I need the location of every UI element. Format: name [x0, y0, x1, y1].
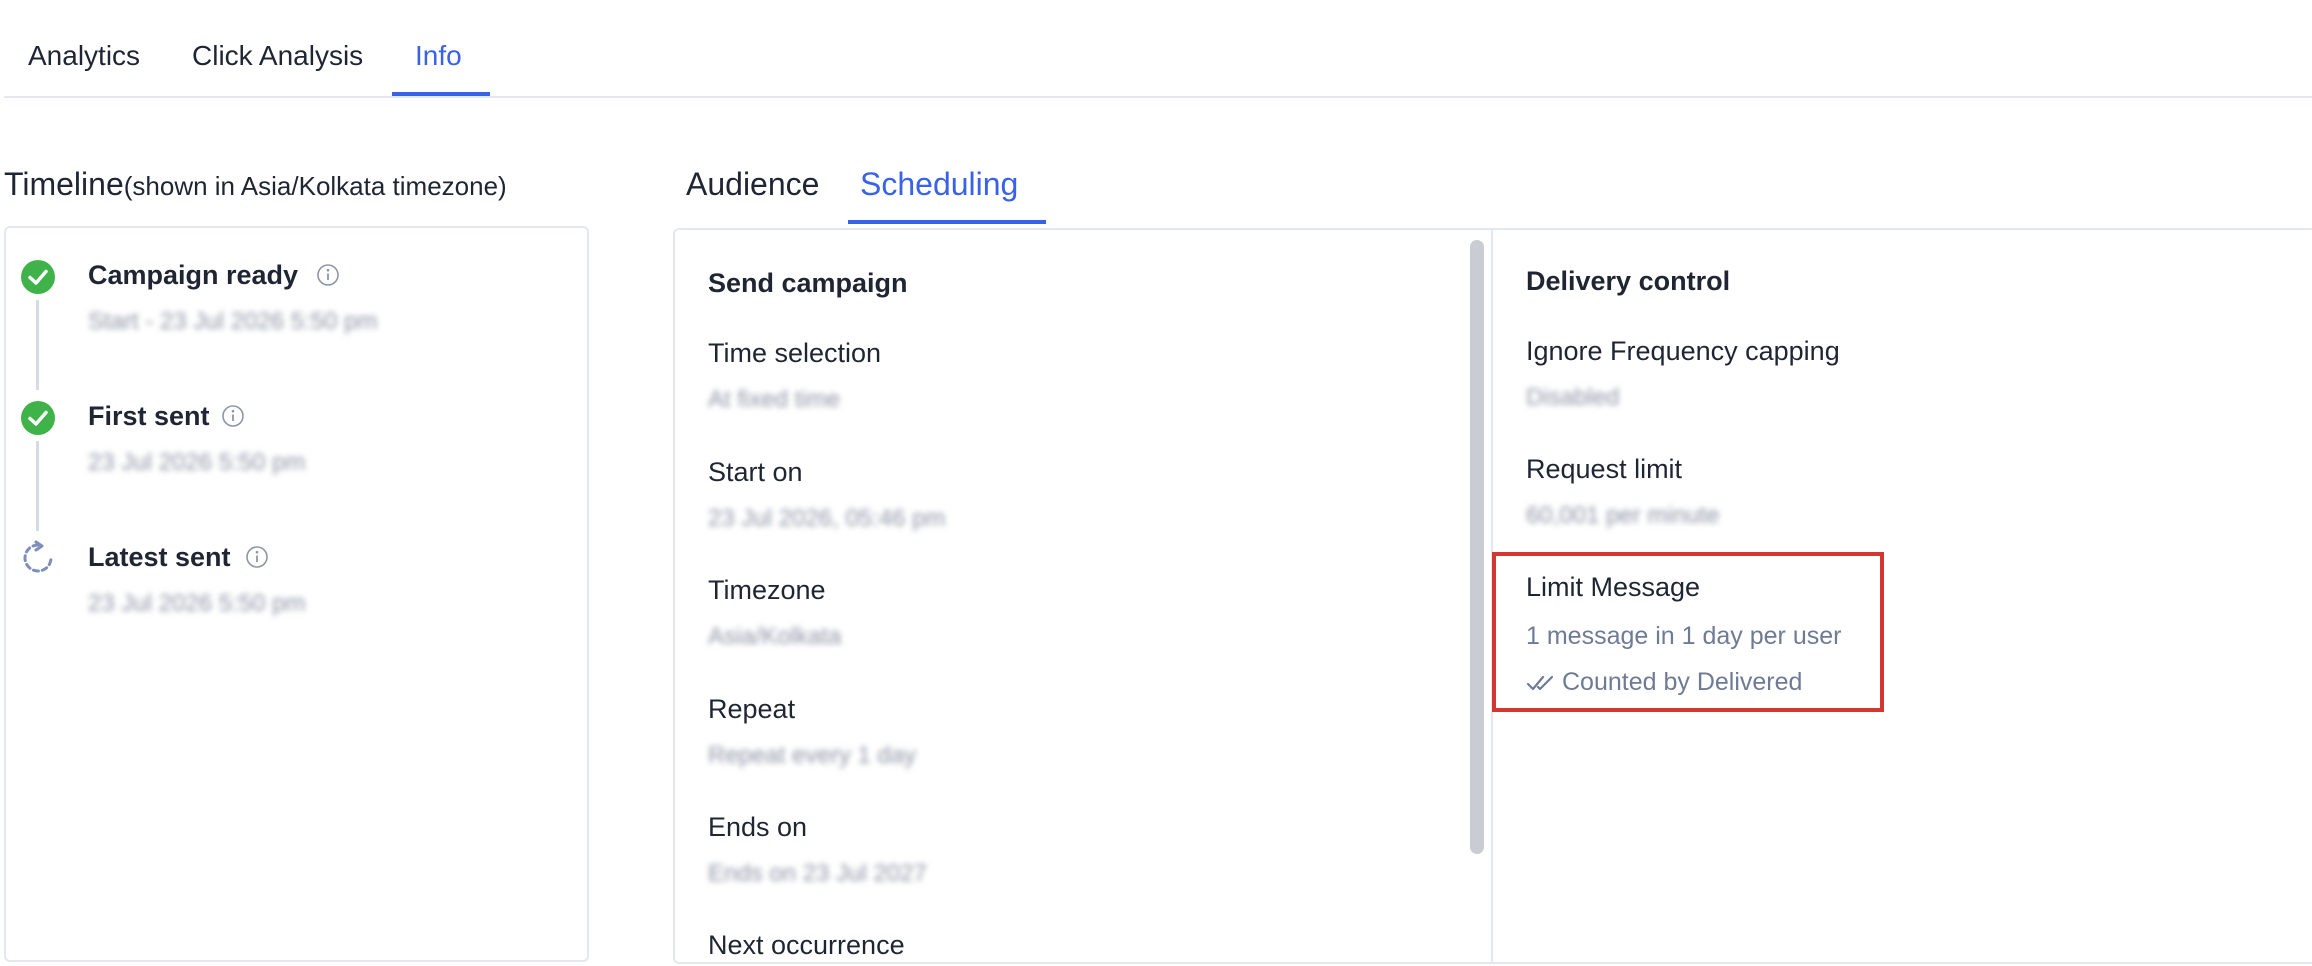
tabs-divider — [4, 96, 2312, 98]
field-label: Start on — [708, 457, 803, 487]
field-label: Request limit — [1526, 454, 1683, 484]
field-value: 23 Jul 2026, 05:46 pm — [708, 505, 946, 532]
scrollbar[interactable] — [1470, 240, 1484, 854]
timeline-heading: Timeline — [4, 166, 124, 202]
field-value: Ends on 23 Jul 2027 — [708, 860, 927, 887]
field-value: Disabled — [1526, 384, 1620, 411]
timeline-item-detail: 23 Jul 2026 5:50 pm — [88, 590, 306, 617]
tab-analytics[interactable]: Analytics — [28, 40, 140, 72]
info-icon[interactable] — [245, 545, 269, 569]
double-check-icon — [1526, 675, 1554, 691]
field-value: At fixed time — [708, 386, 841, 413]
field-label: Ends on — [708, 812, 808, 842]
timeline-connector — [36, 300, 39, 390]
field-value: Repeat every 1 day — [708, 742, 917, 769]
field-label: Next occurrence — [708, 930, 905, 960]
info-icon[interactable] — [316, 263, 340, 287]
timeline-item-label: Campaign ready — [88, 260, 299, 290]
timeline-subtitle: (shown in Asia/Kolkata timezone) — [123, 171, 507, 201]
field-value: 60,001 per minute — [1526, 502, 1720, 529]
counted-by-text: Counted by Delivered — [1562, 668, 1803, 696]
limit-message-label: Limit Message — [1526, 572, 1701, 602]
field-label: Time selection — [708, 338, 882, 368]
tab-info[interactable]: Info — [415, 40, 462, 72]
check-circle-icon — [21, 401, 55, 435]
refresh-icon — [23, 540, 53, 573]
timeline-item-label: Latest sent — [88, 542, 231, 572]
field-value: Asia/Kolkata — [708, 623, 842, 650]
send-campaign-title: Send campaign — [708, 268, 908, 298]
field-label: Ignore Frequency capping — [1526, 336, 1840, 366]
timeline-connector — [36, 441, 39, 531]
info-icon[interactable] — [221, 404, 245, 428]
delivery-control-title: Delivery control — [1526, 266, 1731, 296]
field-label: Repeat — [708, 694, 796, 724]
timeline-title: Timeline(shown in Asia/Kolkata timezone) — [4, 166, 507, 203]
active-subtab-indicator — [848, 220, 1046, 224]
tab-audience[interactable]: Audience — [686, 166, 819, 203]
check-circle-icon — [21, 260, 55, 294]
timeline-item-detail: 23 Jul 2026 5:50 pm — [88, 449, 306, 476]
field-label: Timezone — [708, 575, 826, 605]
timeline-item-detail: Start - 23 Jul 2026 5:50 pm — [88, 308, 378, 335]
tab-click-analysis[interactable]: Click Analysis — [192, 40, 363, 72]
timeline-item-label: First sent — [88, 401, 210, 431]
limit-message-value: 1 message in 1 day per user — [1526, 622, 1842, 650]
tab-scheduling[interactable]: Scheduling — [860, 166, 1018, 203]
